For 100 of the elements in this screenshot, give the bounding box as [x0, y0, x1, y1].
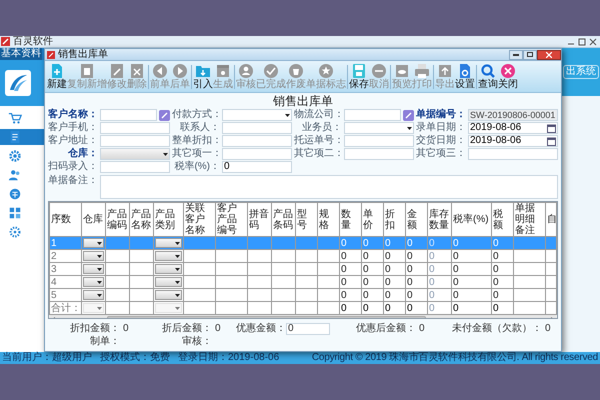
pencil-icon[interactable] [159, 110, 170, 120]
summary-label: 折后金额： [162, 322, 212, 334]
toolbar-button[interactable]: 保存 [349, 62, 369, 90]
close-icon[interactable] [589, 38, 597, 46]
window-title: 销售出库单 [58, 48, 108, 60]
field-label: 单据备注： [48, 175, 98, 188]
table-cell: 0 [385, 290, 391, 300]
calendar-icon[interactable] [547, 136, 556, 146]
logo-icon [5, 70, 31, 96]
field-label: 客户地址： [48, 135, 98, 147]
table-cell: 0 [493, 302, 499, 314]
table-cell: 0 [385, 250, 391, 262]
app-title: 百灵软件 [13, 36, 53, 48]
dropdown-field[interactable] [83, 277, 104, 287]
field-label: 客户手机： [48, 122, 98, 134]
text-field[interactable]: 0 [222, 161, 292, 173]
search-icon [480, 62, 496, 78]
text-field[interactable] [100, 122, 170, 134]
text-field[interactable] [344, 135, 414, 147]
dropdown-field[interactable] [155, 238, 182, 248]
summary-value: 0 [214, 322, 222, 334]
table-cell: 2 [51, 250, 57, 262]
minimize-button[interactable] [509, 50, 523, 60]
field-label: 整单折扣： [172, 135, 220, 147]
window-icon [47, 50, 55, 58]
date-field[interactable]: 2019-08-06 [468, 135, 558, 147]
minimize-icon [513, 54, 519, 56]
table-cell: 0 [407, 302, 413, 314]
table-cell: 0 [493, 250, 499, 262]
text-field[interactable] [222, 122, 292, 134]
dropdown-field[interactable] [83, 238, 104, 248]
pencil-icon[interactable] [403, 110, 414, 120]
maximize-button[interactable] [523, 50, 537, 60]
dropdown-field[interactable] [222, 109, 292, 121]
text-field[interactable] [344, 109, 401, 121]
table-cell: 0 [363, 290, 369, 300]
box-icon [215, 62, 231, 78]
table-row[interactable]: 2 0 0 0 0 0 0 0 [50, 250, 556, 262]
field-label: 联系人： [179, 122, 220, 134]
summary-label: 优惠后金额： [356, 322, 416, 334]
table-cell: 0 [407, 290, 413, 300]
column-header[interactable]: 客户产品编号 [216, 203, 247, 236]
column-header[interactable]: 关联客户名称 [184, 203, 215, 236]
text-field[interactable] [222, 148, 292, 160]
field-label: 单据编号： [416, 109, 466, 121]
close-icon [546, 52, 552, 58]
table-row[interactable]: 5 0 0 0 0 0 0 0 [50, 288, 556, 302]
caret-icon [97, 254, 102, 258]
pencil-icon [109, 62, 125, 78]
field-label: 业务员： [301, 122, 342, 134]
text-field[interactable] [100, 109, 157, 121]
table-row[interactable]: 4 0 0 0 0 0 0 0 [50, 276, 556, 288]
calendar-icon[interactable] [547, 124, 556, 132]
column-header[interactable]: 单据明细备注 [514, 203, 545, 236]
date-field[interactable]: 2019-08-06 [468, 122, 558, 134]
remark-field[interactable] [100, 175, 558, 199]
dropdown-field[interactable] [83, 290, 104, 300]
toolbar-button[interactable]: 查询 [478, 62, 498, 90]
caret-icon [175, 254, 180, 258]
dropdown-field[interactable] [155, 277, 182, 287]
dropdown-field[interactable] [344, 122, 414, 134]
document-icon [8, 130, 22, 144]
discount-field[interactable]: 0 [286, 322, 330, 334]
text-field[interactable] [344, 148, 414, 160]
caret-icon [407, 126, 412, 130]
table-cell: 0 [341, 302, 347, 314]
maximize-icon[interactable] [578, 38, 586, 46]
sidebar-item[interactable] [0, 129, 44, 145]
dropdown-field[interactable] [83, 251, 104, 261]
text-field[interactable] [100, 161, 170, 173]
dropdown-field[interactable] [100, 148, 170, 160]
grid-icon [8, 206, 22, 220]
toolbar-button[interactable]: 关闭 [498, 62, 518, 90]
table-cell: 0 [493, 290, 499, 300]
toolbar-button[interactable]: 引入 [193, 62, 213, 90]
table-cell: 0 [385, 276, 391, 288]
dropdown-field[interactable] [155, 251, 182, 261]
table-cell: 合计： [51, 302, 80, 314]
text-field[interactable] [468, 148, 558, 160]
dropdown-field[interactable] [83, 264, 104, 274]
copy-icon [79, 62, 95, 78]
table-cell: 0 [429, 264, 435, 274]
trash-icon [288, 62, 304, 78]
status-user: 当前用户：超级用户 [2, 352, 92, 364]
module-tab[interactable]: 基本资料 [0, 48, 42, 60]
field-label: 客户名称： [48, 109, 98, 121]
text-field[interactable] [222, 135, 292, 147]
caret-icon [163, 152, 168, 156]
toolbar-button[interactable]: 新建 [47, 62, 67, 90]
maximize-icon [527, 52, 533, 57]
field-label: 物流公司： [294, 109, 342, 121]
table-cell: 0 [385, 264, 391, 274]
table-cell: 0 [341, 264, 347, 274]
table-row[interactable]: 3 0 0 0 0 0 0 0 [50, 262, 556, 276]
text-field[interactable] [100, 135, 170, 147]
dropdown-field[interactable] [155, 264, 182, 274]
close-button[interactable] [537, 50, 561, 60]
dropdown-field[interactable] [155, 290, 182, 300]
table-cell: 0 [341, 238, 347, 248]
toolbar-button[interactable]: 设置 [455, 62, 475, 90]
